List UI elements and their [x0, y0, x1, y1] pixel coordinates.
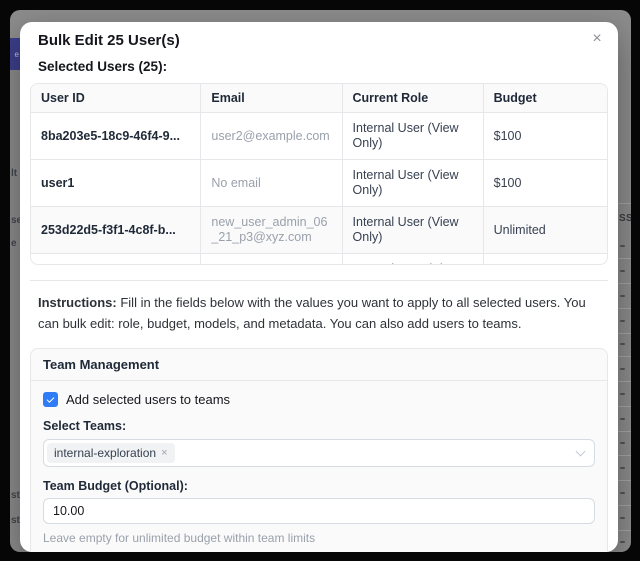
cell-id: 253d22d5-f3f1-4c8f-b... — [31, 207, 201, 254]
dimmed-row-border — [618, 381, 631, 382]
table-row: 8ba203e5-18c9-46f4-9...user2@example.com… — [31, 113, 607, 160]
table-row: user1No emailInternal User (View Only)$1… — [31, 160, 607, 207]
table-header-row: User IDEmailCurrent RoleBudget — [31, 84, 607, 113]
dimmed-row-border — [618, 203, 631, 204]
dimmed-dash-cell — [620, 295, 625, 297]
instructions-label: Instructions: — [38, 295, 117, 310]
dimmed-text-fragment: st — [11, 515, 20, 526]
teams-multiselect[interactable]: internal-exploration × — [43, 439, 595, 467]
instructions-text: Instructions: Fill in the fields below w… — [38, 292, 600, 334]
modal-title: Bulk Edit 25 User(s) — [20, 22, 618, 49]
cell-email: No email — [201, 160, 342, 207]
dimmed-dash-cell — [620, 492, 625, 494]
dimmed-row-border — [618, 480, 631, 481]
checkbox-label: Add selected users to teams — [66, 392, 230, 407]
cell-id: 5dbd2335-cdd6-47ca-b... — [31, 254, 201, 266]
dimmed-dash-cell — [620, 270, 625, 272]
cell-role: Internal User (View Only) — [342, 254, 483, 266]
dimmed-dash-cell — [620, 320, 625, 322]
chevron-down-icon — [576, 446, 586, 456]
dimmed-text-fragment: st — [11, 490, 20, 501]
team-budget-label: Team Budget (Optional): — [43, 479, 595, 493]
table-row: 253d22d5-f3f1-4c8f-b...new_user_admin_06… — [31, 207, 607, 254]
column-header: User ID — [31, 84, 201, 113]
team-budget-input[interactable] — [43, 498, 595, 524]
dimmed-text-fragment: lt — [11, 168, 17, 179]
modal-backdrop[interactable]: e ltseestst SS Bulk Edit 25 User(s) × Se… — [10, 10, 631, 552]
dimmed-row-border — [618, 505, 631, 506]
dimmed-dash-cell — [620, 467, 625, 469]
dimmed-text-fragment: e — [11, 238, 17, 249]
instructions-body: Fill in the fields below with the values… — [38, 295, 586, 331]
dimmed-dash-cell — [620, 393, 625, 395]
cell-budget: Unlimited — [483, 207, 607, 254]
dimmed-row-border — [618, 283, 631, 284]
team-tag-label: internal-exploration — [54, 446, 156, 460]
dimmed-row-border — [618, 308, 631, 309]
dimmed-dash-cell — [620, 418, 625, 420]
cell-budget: $100 — [483, 113, 607, 160]
budget-helper-text: Leave empty for unlimited budget within … — [43, 531, 595, 545]
check-icon — [47, 395, 55, 403]
selected-users-heading: Selected Users (25): — [38, 59, 600, 74]
column-header: Budget — [483, 84, 607, 113]
cell-id: 8ba203e5-18c9-46f4-9... — [31, 113, 201, 160]
dimmed-dash-cell — [620, 245, 625, 247]
cell-email: new_user_admin_06_21_p3@xyz.com — [201, 207, 342, 254]
dimmed-row-border — [618, 431, 631, 432]
dimmed-row-border — [618, 406, 631, 407]
cell-email: user2@example.com — [201, 113, 342, 160]
cell-role: Internal User (View Only) — [342, 207, 483, 254]
selected-team-tag: internal-exploration × — [47, 443, 175, 463]
dimmed-table-right-strip: SS — [618, 10, 631, 552]
cell-budget: Unlimited — [483, 254, 607, 266]
add-users-to-teams-checkbox-row[interactable]: Add selected users to teams — [43, 392, 595, 407]
dimmed-row-border — [618, 356, 631, 357]
team-management-section: Team Management Add selected users to te… — [30, 348, 608, 552]
bulk-edit-modal: Bulk Edit 25 User(s) × Selected Users (2… — [20, 22, 618, 552]
team-management-title: Team Management — [31, 349, 607, 381]
dimmed-dash-cell — [620, 442, 625, 444]
column-header: Current Role — [342, 84, 483, 113]
dimmed-dash-cell — [620, 343, 625, 345]
cell-id: user1 — [31, 160, 201, 207]
select-teams-label: Select Teams: — [43, 419, 595, 433]
dimmed-dash-cell — [620, 517, 625, 519]
column-header: Email — [201, 84, 342, 113]
cell-role: Internal User (View Only) — [342, 160, 483, 207]
section-divider — [30, 280, 608, 281]
dimmed-row-border — [618, 455, 631, 456]
dimmed-dash-cell — [620, 368, 625, 370]
checkbox-checked-icon[interactable] — [43, 392, 58, 407]
dimmed-row-border — [618, 530, 631, 531]
cell-role: Internal User (View Only) — [342, 113, 483, 160]
close-icon[interactable]: × — [587, 29, 607, 49]
dimmed-row-border — [618, 333, 631, 334]
dimmed-column-header: SS — [619, 213, 631, 224]
dimmed-dash-cell — [620, 541, 625, 543]
cell-budget: $100 — [483, 160, 607, 207]
cell-email: inter — [201, 254, 342, 266]
remove-tag-icon[interactable]: × — [161, 448, 167, 459]
dimmed-row-border — [618, 258, 631, 259]
dimmed-indigo-button-fragment: e — [10, 38, 20, 70]
table-row: 5dbd2335-cdd6-47ca-b...interInternal Use… — [31, 254, 607, 266]
selected-users-table[interactable]: User IDEmailCurrent RoleBudget 8ba203e5-… — [30, 83, 608, 265]
